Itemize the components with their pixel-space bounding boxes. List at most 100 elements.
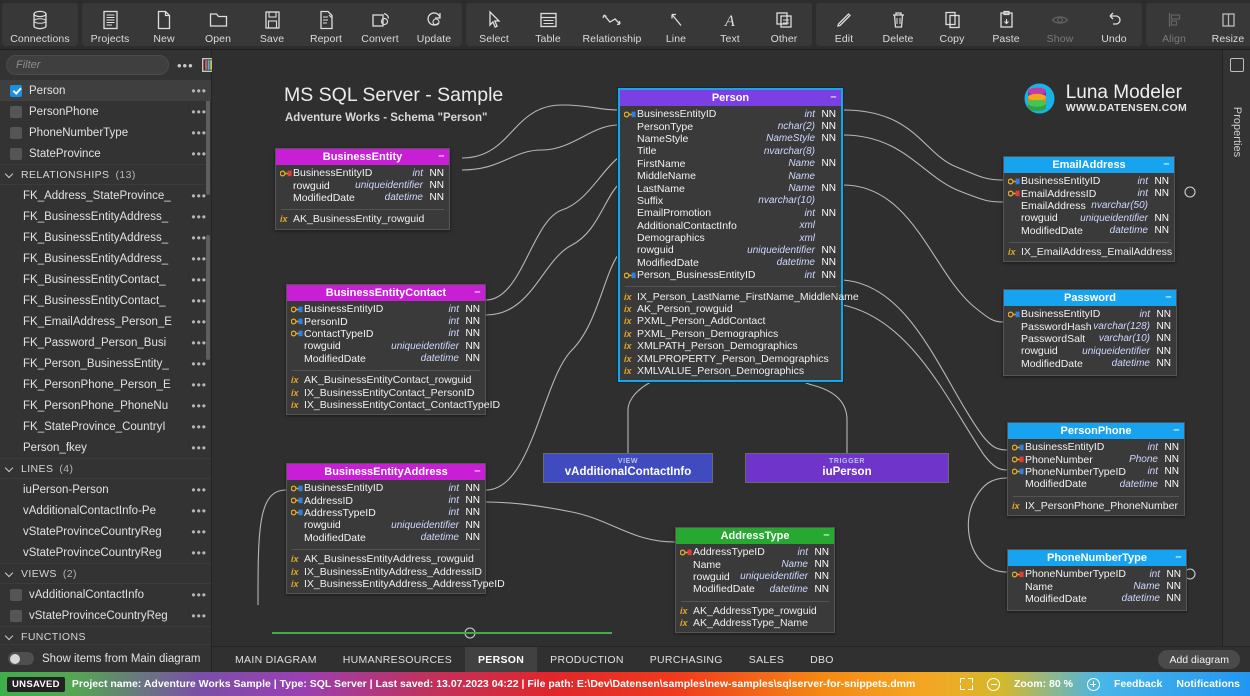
projects-button[interactable]: Projects: [83, 3, 137, 46]
table-column-row[interactable]: Demographics xml: [620, 232, 841, 244]
tree-item-menu[interactable]: •••: [191, 252, 207, 266]
table-header[interactable]: AddressType –: [676, 528, 834, 544]
table-column-row[interactable]: rowguid uniqueidentifier NN: [1004, 345, 1176, 357]
table-index-row[interactable]: ix IX_BusinessEntityAddress_AddressTypeID: [287, 578, 505, 590]
table-card-businessentity[interactable]: BusinessEntity – BusinessEntityID int NN rowg…: [275, 148, 450, 230]
table-column-row[interactable]: BusinessEntityID int NN: [1008, 441, 1184, 453]
relationship-tool-button[interactable]: Relationship: [575, 3, 649, 46]
tree-group-views[interactable]: VIEWS (2): [0, 563, 211, 584]
table-column-row[interactable]: AddressTypeID int NN: [676, 546, 834, 558]
table-column-row[interactable]: FirstName Name NN: [620, 158, 841, 170]
table-column-row[interactable]: rowguid uniqueidentifier NN: [287, 340, 485, 352]
table-column-row[interactable]: ModifiedDate datetime NN: [287, 353, 485, 365]
tree-item-checkbox[interactable]: [10, 126, 22, 139]
tree-item-checkbox[interactable]: [10, 609, 22, 622]
minimize-icon[interactable]: –: [1165, 291, 1172, 303]
update-button[interactable]: Update: [407, 3, 461, 46]
table-index-row[interactable]: ix XMLPATH_Person_Demographics: [620, 340, 841, 352]
table-column-row[interactable]: PhoneNumberTypeID int NN: [1008, 568, 1186, 580]
tree-item-menu[interactable]: •••: [191, 336, 207, 350]
note-box-trigger[interactable]: TRIGGER iuPerson: [745, 453, 949, 483]
table-index-row[interactable]: ix AK_Person_rowguid: [620, 303, 841, 315]
table-column-row[interactable]: rowguid uniqueidentifier NN: [287, 519, 485, 531]
notifications-link[interactable]: Notifications: [1176, 678, 1240, 690]
resize-button[interactable]: Resize: [1201, 3, 1250, 46]
table-tool-button[interactable]: Table: [521, 3, 575, 46]
text-tool-button[interactable]: A Text: [703, 3, 757, 46]
tree-item-menu[interactable]: •••: [191, 546, 207, 560]
table-column-row[interactable]: BusinessEntityID int NN: [276, 167, 449, 179]
tree-group-lines[interactable]: LINES (4): [0, 458, 211, 479]
report-button[interactable]: Report: [299, 3, 353, 46]
tree-item-relationship[interactable]: FK_BusinessEntityContact_ •••: [0, 290, 211, 311]
table-column-row[interactable]: BusinessEntityID int NN: [1004, 175, 1174, 187]
tree-item-menu[interactable]: •••: [191, 441, 207, 455]
tree-item-menu[interactable]: •••: [191, 105, 207, 119]
zoom-out-button[interactable]: [987, 677, 1001, 691]
tree-item-relationship[interactable]: FK_EmailAddress_Person_E •••: [0, 311, 211, 332]
table-index-row[interactable]: ix PXML_Person_Demographics: [620, 328, 841, 340]
save-button[interactable]: Save: [245, 3, 299, 46]
tree-item-menu[interactable]: •••: [191, 189, 207, 203]
sidebar-more-button[interactable]: •••: [175, 58, 196, 73]
table-column-row[interactable]: Name Name NN: [676, 558, 834, 571]
table-column-row[interactable]: ModifiedDate datetime NN: [620, 257, 841, 269]
minimize-icon[interactable]: –: [1173, 424, 1180, 436]
delete-button[interactable]: Delete: [871, 3, 925, 46]
tree-item-menu[interactable]: •••: [191, 588, 207, 602]
minimize-icon[interactable]: –: [830, 91, 837, 103]
table-column-row[interactable]: Suffix nvarchar(10): [620, 195, 841, 207]
table-index-row[interactable]: ix XMLPROPERTY_Person_Demographics: [620, 352, 841, 365]
tree-item-checkbox[interactable]: [10, 84, 22, 97]
tree-item-table[interactable]: Person •••: [0, 80, 211, 101]
line-tool-button[interactable]: Line: [649, 3, 703, 46]
tree-item-line[interactable]: iuPerson-Person •••: [0, 479, 211, 500]
tree-item-line[interactable]: vStateProvinceCountryReg •••: [0, 542, 211, 563]
table-index-row[interactable]: ix IX_BusinessEntityContact_PersonID: [287, 386, 485, 399]
table-column-row[interactable]: AddressTypeID int NN: [287, 507, 485, 519]
minimize-icon[interactable]: –: [474, 465, 481, 477]
table-header[interactable]: BusinessEntityAddress –: [287, 464, 485, 480]
minimize-icon[interactable]: –: [438, 150, 445, 162]
table-column-row[interactable]: ModifiedDate datetime NN: [676, 583, 834, 595]
table-header[interactable]: Password –: [1004, 290, 1176, 306]
tab-main-diagram[interactable]: MAIN DIAGRAM: [222, 647, 330, 673]
tree-item-relationship[interactable]: FK_PersonPhone_PhoneNu •••: [0, 395, 211, 416]
tree-item-view[interactable]: vStateProvinceCountryReg •••: [0, 605, 211, 626]
table-column-row[interactable]: BusinessEntityID int NN: [620, 108, 841, 120]
tree-item-checkbox[interactable]: [10, 588, 22, 601]
tree-item-menu[interactable]: •••: [191, 504, 207, 518]
minimize-icon[interactable]: –: [474, 286, 481, 298]
table-card-person[interactable]: Person – BusinessEntityID int NN PersonType nc…: [618, 88, 859, 383]
tab-production[interactable]: PRODUCTION: [537, 647, 637, 673]
fit-to-screen-icon[interactable]: [960, 678, 974, 690]
right-properties-strip[interactable]: Properties: [1222, 50, 1250, 672]
tab-sales[interactable]: SALES: [736, 647, 797, 673]
table-column-row[interactable]: EmailAddress nvarchar(50): [1004, 200, 1174, 212]
tree-item-menu[interactable]: •••: [191, 525, 207, 539]
table-index-row[interactable]: ix IX_Person_LastName_FirstName_MiddleNam…: [620, 290, 859, 303]
open-button[interactable]: Open: [191, 3, 245, 46]
tree-item-relationship[interactable]: FK_Password_Person_Busi •••: [0, 332, 211, 353]
tree-item-line[interactable]: vStateProvinceCountryReg •••: [0, 521, 211, 542]
table-column-row[interactable]: ModifiedDate datetime NN: [1004, 225, 1174, 237]
table-column-row[interactable]: PasswordSalt varchar(10) NN: [1004, 333, 1176, 345]
table-card-addresstype[interactable]: AddressType – AddressTypeID int NN Name Name NN…: [675, 527, 835, 634]
tree-item-relationship[interactable]: FK_Person_BusinessEntity_ •••: [0, 353, 211, 374]
properties-panel-icon[interactable]: [1229, 58, 1244, 72]
undo-button[interactable]: Undo: [1087, 3, 1141, 46]
table-column-row[interactable]: EmailPromotion int NN: [620, 207, 841, 219]
tree-item-checkbox[interactable]: [10, 147, 22, 160]
table-column-row[interactable]: ModifiedDate datetime NN: [1008, 593, 1186, 605]
object-tree[interactable]: Person ••• PersonPhone ••• PhoneNumberType ••…: [0, 80, 211, 644]
table-column-row[interactable]: ModifiedDate datetime NN: [287, 532, 485, 544]
tree-item-menu[interactable]: •••: [191, 399, 207, 413]
tree-item-menu[interactable]: •••: [191, 357, 207, 371]
table-column-row[interactable]: ModifiedDate datetime NN: [1004, 358, 1176, 370]
paste-button[interactable]: Paste: [979, 3, 1033, 46]
table-header[interactable]: Person –: [620, 90, 841, 106]
tree-item-view[interactable]: vAdditionalContactInfo •••: [0, 584, 211, 605]
tree-item-table[interactable]: PersonPhone •••: [0, 101, 211, 122]
table-column-row[interactable]: ModifiedDate datetime NN: [276, 192, 449, 204]
tree-item-menu[interactable]: •••: [191, 609, 207, 623]
